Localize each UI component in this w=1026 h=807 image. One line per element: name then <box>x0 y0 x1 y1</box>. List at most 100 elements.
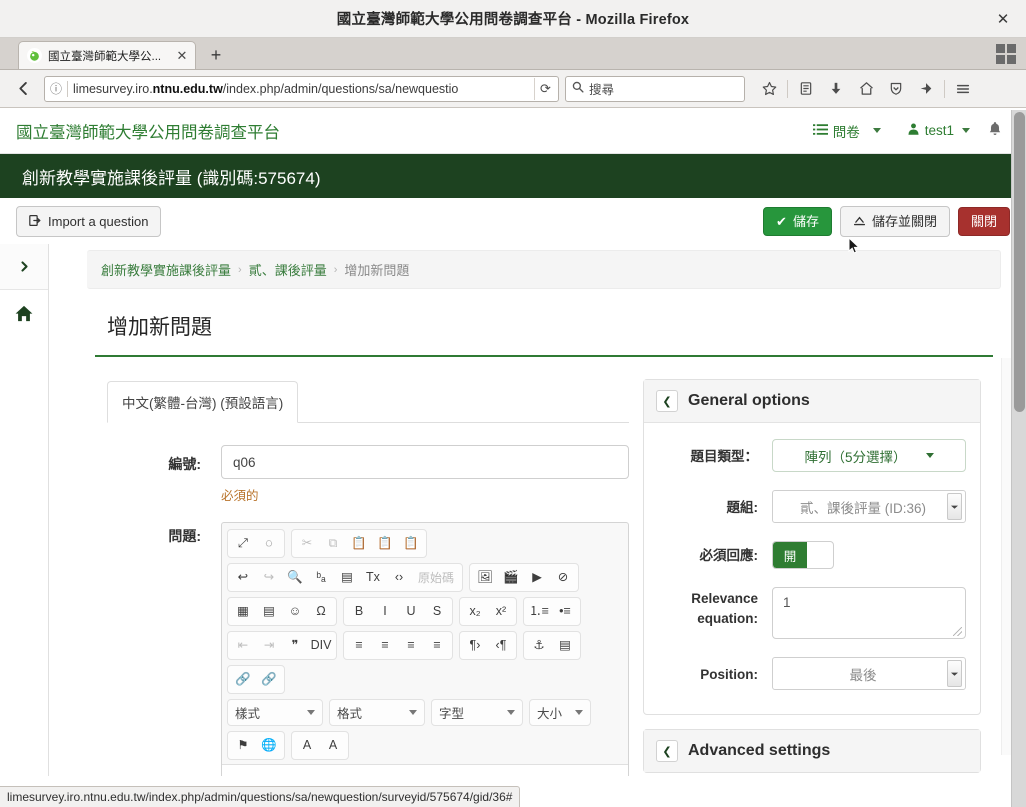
underline-icon[interactable]: U <box>399 600 423 623</box>
app-brand[interactable]: 國立臺灣師範大學公用問卷調查平台 <box>16 119 280 143</box>
smiley-icon[interactable]: ☺ <box>283 600 307 623</box>
align-left-icon[interactable]: ≡ <box>347 634 371 657</box>
notifications-bell-icon[interactable] <box>980 117 1010 145</box>
position-select[interactable]: 最後 <box>772 657 966 690</box>
surveys-menu[interactable]: 問卷 <box>807 117 866 145</box>
site-info-icon[interactable]: ⓘ <box>50 80 62 97</box>
bold-icon[interactable]: B <box>347 600 371 623</box>
advanced-settings-panel[interactable]: ❮ Advanced settings <box>643 729 981 773</box>
tab-default-language[interactable]: 中文(繁體-台灣) (預設語言) <box>107 381 299 423</box>
link-icon[interactable]: 🔗 <box>231 668 255 691</box>
chevron-left-icon[interactable]: ❮ <box>656 740 678 762</box>
italic-icon[interactable]: I <box>373 600 397 623</box>
align-right-icon[interactable]: ≡ <box>399 634 423 657</box>
library-icon[interactable] <box>792 75 820 103</box>
user-chevron-down-icon[interactable] <box>962 128 970 133</box>
flag-icon[interactable]: ⚑ <box>231 734 255 757</box>
subscript-icon[interactable]: x₂ <box>463 600 487 623</box>
special-char-icon[interactable]: Ω <box>309 600 333 623</box>
save-and-close-button[interactable]: 儲存並關閉 <box>839 205 950 237</box>
source-label[interactable]: 原始碼 <box>413 566 459 589</box>
horizontal-rule-icon[interactable]: ▤ <box>257 600 281 623</box>
flash-icon[interactable]: 🎬 <box>499 566 523 589</box>
paste-word-icon[interactable]: 📋 <box>399 532 423 555</box>
styles-combo[interactable]: 樣式 <box>227 699 323 726</box>
new-tab-button[interactable]: + <box>202 41 230 69</box>
import-question-button[interactable]: Import a question <box>16 205 162 237</box>
editor-content-area[interactable]: 6.課程滿意度（1表最不滿意，5表最滿意）： <box>222 764 628 776</box>
youtube-icon[interactable]: ▶ <box>525 566 549 589</box>
font-combo[interactable]: 字型 <box>431 699 523 726</box>
create-div-icon[interactable]: DIV <box>309 634 333 657</box>
code-input[interactable]: q06 <box>221 445 629 479</box>
sidebar-home-button[interactable] <box>0 290 48 336</box>
resize-handle-icon[interactable] <box>953 627 962 636</box>
question-type-select[interactable]: 陣列（5分選擇） <box>772 439 966 472</box>
menu-icon[interactable] <box>949 75 977 103</box>
star-icon[interactable] <box>755 75 783 103</box>
bg-color-icon[interactable]: A <box>321 734 345 757</box>
surveys-chevron-down-icon[interactable] <box>872 128 881 133</box>
remove-format-icon[interactable]: Tx <box>361 566 385 589</box>
general-options-header[interactable]: ❮ General options <box>644 380 980 423</box>
ltr-icon[interactable]: ¶› <box>463 634 487 657</box>
browser-tab[interactable]: 國立臺灣師範大學公... ✕ <box>18 41 196 69</box>
search-bar[interactable]: 搜尋 <box>565 75 745 102</box>
mandatory-toggle[interactable]: 開 <box>772 541 834 569</box>
format-combo[interactable]: 格式 <box>329 699 425 726</box>
table-icon[interactable]: ▦ <box>231 600 255 623</box>
globe-icon[interactable]: 🌐 <box>257 734 281 757</box>
blockquote-icon[interactable]: ❞ <box>283 634 307 657</box>
superscript-icon[interactable]: x² <box>489 600 513 623</box>
cut-icon[interactable]: ✂ <box>295 532 319 555</box>
advanced-settings-header[interactable]: ❮ Advanced settings <box>644 730 980 772</box>
select-spinner-icon[interactable] <box>947 660 962 687</box>
numbered-list-icon[interactable]: ⒈≡ <box>527 600 551 623</box>
reload-icon[interactable]: ⟳ <box>534 77 556 100</box>
page-scrollbar[interactable] <box>1011 110 1026 807</box>
page-break-icon[interactable]: ▤ <box>553 634 577 657</box>
copy-icon[interactable]: ⧉ <box>321 532 345 555</box>
user-menu[interactable]: test1 <box>901 118 976 143</box>
pocket-icon[interactable] <box>912 75 940 103</box>
align-justify-icon[interactable]: ≡ <box>425 634 449 657</box>
rtl-icon[interactable]: ‹¶ <box>489 634 513 657</box>
unlink-icon[interactable]: 🔗 <box>257 668 281 691</box>
maximize-icon[interactable]: ⤢ <box>231 532 255 555</box>
tab-close-icon[interactable]: ✕ <box>175 48 189 64</box>
breadcrumb-item-group[interactable]: 貳、課後評量 <box>249 260 327 279</box>
paste-text-icon[interactable]: 📋 <box>373 532 397 555</box>
indent-icon[interactable]: ⇥ <box>257 634 281 657</box>
undo-icon[interactable]: ↩ <box>231 566 255 589</box>
bulleted-list-icon[interactable]: •≡ <box>553 600 577 623</box>
close-button[interactable]: 關閉 <box>957 206 1010 236</box>
text-color-icon[interactable]: A <box>295 734 319 757</box>
paste-icon[interactable]: 📋 <box>347 532 371 555</box>
show-blocks-icon[interactable]: ◌ <box>257 532 281 555</box>
chevron-left-icon[interactable]: ❮ <box>656 390 678 412</box>
save-button[interactable]: ✔ 儲存 <box>763 206 832 236</box>
redo-icon[interactable]: ↪ <box>257 566 281 589</box>
select-spinner-icon[interactable] <box>947 493 962 520</box>
find-icon[interactable]: 🔍 <box>283 566 307 589</box>
image-icon[interactable]: 🖼 <box>473 566 497 589</box>
oembed-icon[interactable]: ⊘ <box>551 566 575 589</box>
strike-icon[interactable]: S <box>425 600 449 623</box>
anchor-icon[interactable]: ⚓ <box>527 634 551 657</box>
downloads-icon[interactable] <box>822 75 850 103</box>
source-icon[interactable]: ‹› <box>387 566 411 589</box>
back-button[interactable] <box>8 74 38 104</box>
address-bar[interactable]: ⓘ limesurvey.iro.ntnu.edu.tw/index.php/a… <box>44 75 559 102</box>
size-combo[interactable]: 大小 <box>529 699 591 726</box>
breadcrumb-item-survey[interactable]: 創新教學實施課後評量 <box>101 260 231 279</box>
relevance-textarea[interactable]: 1 <box>772 587 966 639</box>
select-all-icon[interactable]: ▤ <box>335 566 359 589</box>
align-center-icon[interactable]: ≡ <box>373 634 397 657</box>
shield-icon[interactable] <box>882 75 910 103</box>
inner-scrollbar[interactable] <box>1001 358 1011 755</box>
replace-icon[interactable]: ᵇₐ <box>309 566 333 589</box>
home-icon[interactable] <box>852 75 880 103</box>
scrollbar-thumb[interactable] <box>1014 112 1025 412</box>
tab-grid-icon[interactable] <box>996 44 1016 64</box>
sidebar-expand-button[interactable] <box>0 244 48 290</box>
